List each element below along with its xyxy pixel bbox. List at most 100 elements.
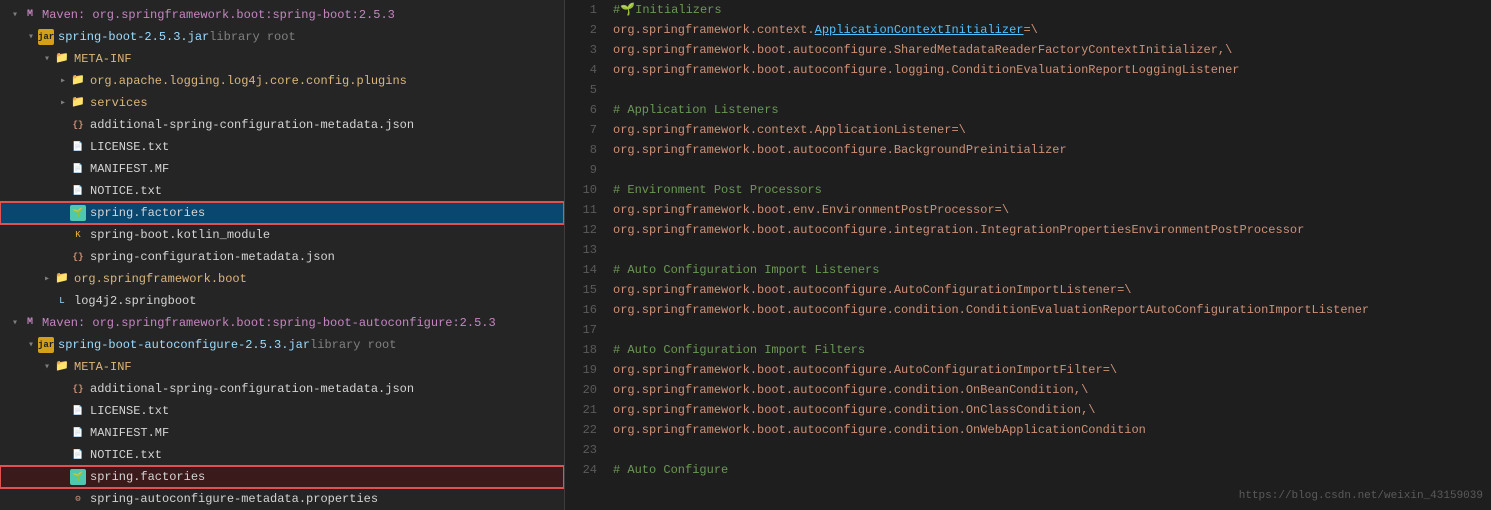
line-num-11: 11 (565, 200, 597, 220)
line-numbers: 123456789101112131415161718192021222324 (565, 0, 605, 510)
tree-item-sbpkg1[interactable]: 📁 org.springframework.boot (0, 268, 564, 290)
code-line-20: org.springframework.boot.autoconfigure.c… (613, 380, 1491, 400)
code-content: #🌱Initializers org.springframework.contex… (605, 0, 1491, 510)
code-segment: =\ (951, 123, 965, 137)
line-num-1: 1 (565, 0, 597, 20)
txt-icon: 📄 (70, 183, 86, 199)
item-label: spring.factories (90, 470, 205, 484)
code-segment: org.springframework.boot.autoconfigure.c… (613, 383, 1088, 397)
code-line-1: #🌱Initializers (613, 0, 1491, 20)
tree-item-pkg1[interactable]: 📁 org.apache.logging.log4j.core.config.p… (0, 70, 564, 92)
arrow-open (8, 317, 22, 329)
line-num-17: 17 (565, 320, 597, 340)
line-num-7: 7 (565, 120, 597, 140)
arrow-open (24, 339, 38, 351)
tree-item-config1[interactable]: {} spring-configuration-metadata.json (0, 246, 564, 268)
tree-item-maven2[interactable]: M Maven: org.springframework.boot:spring… (0, 312, 564, 334)
tree-item-maven1[interactable]: M Maven: org.springframework.boot:spring… (0, 4, 564, 26)
line-num-8: 8 (565, 140, 597, 160)
code-segment: org.springframework.boot.env.Environment… (613, 203, 995, 217)
arrow-open (40, 361, 54, 373)
line-num-9: 9 (565, 160, 597, 180)
arrow-open (24, 31, 38, 43)
tree-item-manifest1[interactable]: 📄 MANIFEST.MF (0, 158, 564, 180)
mf-icon: 📄 (70, 161, 86, 177)
tree-item-additional1[interactable]: {} additional-spring-configuration-metad… (0, 114, 564, 136)
arrow-closed (56, 97, 70, 109)
code-segment: =\ (1023, 23, 1037, 37)
tree-item-notice1[interactable]: 📄 NOTICE.txt (0, 180, 564, 202)
tree-item-manifest2[interactable]: 📄 MANIFEST.MF (0, 422, 564, 444)
arrow-open (40, 53, 54, 65)
arrow-closed (56, 75, 70, 87)
code-line-14: # Auto Configuration Import Listeners (613, 260, 1491, 280)
tree-item-meta1[interactable]: 📁 META-INF (0, 48, 564, 70)
code-line-17 (613, 320, 1491, 340)
code-line-18: # Auto Configuration Import Filters (613, 340, 1491, 360)
code-segment: org.springframework.boot.autoconfigure.A… (613, 363, 1103, 377)
item-label: org.springframework.boot (74, 272, 247, 286)
code-line-3: org.springframework.boot.autoconfigure.S… (613, 40, 1491, 60)
tree-item-autoconfigure1[interactable]: ⚙ spring-autoconfigure-metadata.properti… (0, 488, 564, 510)
tree-item-svc1[interactable]: 📁 services (0, 92, 564, 114)
code-segment: org.springframework.boot.autoconfigure.l… (613, 63, 1240, 77)
tree-item-license1[interactable]: 📄 LICENSE.txt (0, 136, 564, 158)
item-label: META-INF (74, 52, 132, 66)
tree-item-log4j1[interactable]: L log4j2.springboot (0, 290, 564, 312)
line-num-4: 4 (565, 60, 597, 80)
maven-icon: M (22, 7, 38, 23)
item-suffix: library root (209, 30, 295, 44)
code-segment: org.springframework.context. (613, 23, 815, 37)
code-line-5 (613, 80, 1491, 100)
code-segment: # Environment Post Processors (613, 183, 822, 197)
tree-item-notice2[interactable]: 📄 NOTICE.txt (0, 444, 564, 466)
line-num-13: 13 (565, 240, 597, 260)
code-segment: # Auto Configuration Import Filters (613, 343, 865, 357)
line-num-14: 14 (565, 260, 597, 280)
folder-icon: 📁 (54, 51, 70, 67)
line-num-20: 20 (565, 380, 597, 400)
jar-icon: jar (38, 29, 54, 45)
item-label: spring-boot-autoconfigure-2.5.3.jar (58, 338, 310, 352)
item-label: spring-boot.kotlin_module (90, 228, 270, 242)
code-segment: org.springframework.boot.autoconfigure.c… (613, 423, 1146, 437)
code-line-24: # Auto Configure (613, 460, 1491, 480)
code-line-12: org.springframework.boot.autoconfigure.i… (613, 220, 1491, 240)
tree-item-jar1[interactable]: jar spring-boot-2.5.3.jar library root (0, 26, 564, 48)
line-num-15: 15 (565, 280, 597, 300)
tree-item-kotlin1[interactable]: K spring-boot.kotlin_module (0, 224, 564, 246)
json-icon: {} (70, 381, 86, 397)
tree-item-additional2[interactable]: {} additional-spring-configuration-metad… (0, 378, 564, 400)
tree-item-factories2[interactable]: 🌱 spring.factories (0, 466, 564, 488)
code-segment: org.springframework.boot.autoconfigure.c… (613, 403, 1095, 417)
tree-item-factories1[interactable]: 🌱 spring.factories (0, 202, 564, 224)
txt-icon: 📄 (70, 403, 86, 419)
code-segment: org.springframework.boot.autoconfigure.B… (613, 143, 1067, 157)
code-line-19: org.springframework.boot.autoconfigure.A… (613, 360, 1491, 380)
code-line-7: org.springframework.context.ApplicationL… (613, 120, 1491, 140)
txt-icon: 📄 (70, 447, 86, 463)
watermark: https://blog.csdn.net/weixin_43159039 (1239, 490, 1483, 502)
arrow-open (8, 9, 22, 21)
item-label: NOTICE.txt (90, 184, 162, 198)
tree-item-meta2[interactable]: 📁 META-INF (0, 356, 564, 378)
tree-item-license2[interactable]: 📄 LICENSE.txt (0, 400, 564, 422)
kotlin-icon: K (70, 227, 86, 243)
line-num-16: 16 (565, 300, 597, 320)
line-num-12: 12 (565, 220, 597, 240)
code-line-15: org.springframework.boot.autoconfigure.A… (613, 280, 1491, 300)
code-segment: org.springframework.boot.autoconfigure.A… (613, 283, 1117, 297)
item-label: log4j2.springboot (74, 294, 196, 308)
item-label: org.apache.logging.log4j.core.config.plu… (90, 74, 407, 88)
code-line-13 (613, 240, 1491, 260)
code-line-4: org.springframework.boot.autoconfigure.l… (613, 60, 1491, 80)
item-label: LICENSE.txt (90, 140, 169, 154)
code-line-23 (613, 440, 1491, 460)
tree-item-jar2[interactable]: jar spring-boot-autoconfigure-2.5.3.jar … (0, 334, 564, 356)
props-icon: ⚙ (70, 491, 86, 507)
code-segment: =\ (1117, 283, 1131, 297)
file-tree-panel[interactable]: M Maven: org.springframework.boot:spring… (0, 0, 565, 510)
code-panel: 123456789101112131415161718192021222324 … (565, 0, 1491, 510)
code-line-8: org.springframework.boot.autoconfigure.B… (613, 140, 1491, 160)
code-segment: # Application Listeners (613, 103, 779, 117)
